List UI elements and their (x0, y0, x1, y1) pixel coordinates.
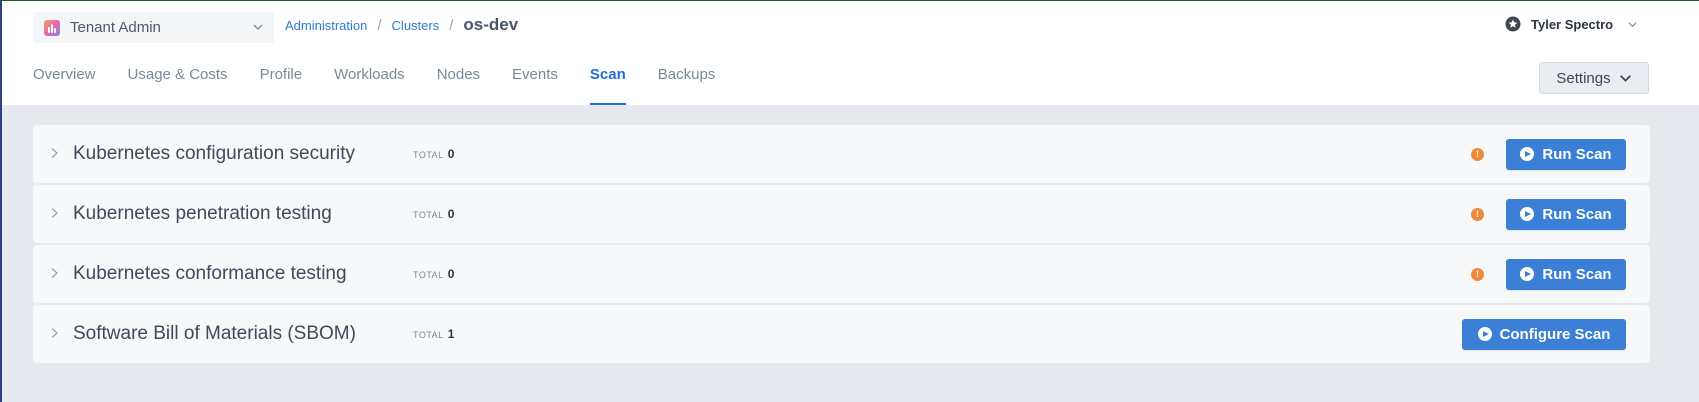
tab-workloads[interactable]: Workloads (334, 66, 405, 105)
tab-bar: Overview Usage & Costs Profile Workloads… (33, 66, 747, 106)
breadcrumb-separator: / (449, 16, 454, 34)
chevron-right-icon[interactable] (50, 267, 59, 279)
chevron-down-icon (1619, 74, 1631, 82)
scan-total: TOTAL 0 (413, 207, 454, 221)
chevron-right-icon[interactable] (50, 207, 59, 219)
window-edge (0, 1, 2, 402)
chevron-right-icon[interactable] (50, 327, 59, 339)
total-label: TOTAL (413, 270, 444, 280)
scan-total: TOTAL 1 (413, 327, 454, 341)
settings-label: Settings (1556, 69, 1611, 87)
total-value: 1 (447, 327, 455, 341)
scan-title: Kubernetes penetration testing (73, 203, 332, 224)
tab-usage-costs[interactable]: Usage & Costs (128, 66, 228, 105)
user-menu[interactable]: Tyler Spectro (1505, 16, 1638, 32)
total-value: 0 (447, 207, 455, 221)
tab-events[interactable]: Events (512, 66, 558, 105)
button-label: Configure Scan (1499, 325, 1611, 343)
scan-title: Kubernetes configuration security (73, 143, 355, 164)
user-name: Tyler Spectro (1531, 16, 1614, 32)
breadcrumb-separator: / (377, 16, 382, 34)
play-circle-icon (1520, 207, 1535, 221)
scan-row-sbom[interactable]: Software Bill of Materials (SBOM) TOTAL … (33, 305, 1650, 363)
tenant-logo-icon (44, 19, 60, 36)
tenant-selector[interactable]: Tenant Admin (33, 12, 274, 43)
play-circle-icon (1520, 267, 1535, 281)
scan-total: TOTAL 0 (413, 267, 454, 281)
breadcrumb-clusters[interactable]: Clusters (392, 18, 440, 33)
run-scan-button[interactable]: Run Scan (1506, 198, 1626, 230)
total-label: TOTAL (413, 150, 444, 160)
button-label: Run Scan (1542, 265, 1612, 283)
page-title: os-dev (463, 15, 519, 34)
chevron-down-icon (1628, 21, 1637, 27)
breadcrumb: Administration / Clusters / os-dev (285, 15, 518, 35)
warning-icon: ! (1471, 207, 1484, 221)
total-label: TOTAL (413, 210, 444, 220)
play-circle-icon (1477, 327, 1492, 341)
scan-list: Kubernetes configuration security TOTAL … (2, 105, 1699, 402)
tab-profile[interactable]: Profile (260, 66, 303, 105)
tab-backups[interactable]: Backups (658, 66, 716, 105)
breadcrumb-administration[interactable]: Administration (285, 18, 367, 33)
total-value: 0 (447, 267, 455, 281)
scan-title: Kubernetes conformance testing (73, 263, 347, 284)
tab-overview[interactable]: Overview (33, 66, 96, 105)
chevron-right-icon[interactable] (50, 147, 59, 159)
settings-button[interactable]: Settings (1539, 62, 1649, 94)
chevron-down-icon (253, 24, 263, 30)
total-value: 0 (447, 147, 455, 161)
button-label: Run Scan (1542, 205, 1612, 223)
tab-nodes[interactable]: Nodes (437, 66, 480, 105)
configure-scan-button[interactable]: Configure Scan (1462, 318, 1626, 350)
button-label: Run Scan (1542, 145, 1612, 163)
tab-scan[interactable]: Scan (589, 66, 626, 105)
star-badge-icon (1505, 16, 1521, 32)
warning-icon: ! (1471, 147, 1484, 161)
scan-row-penetration-testing[interactable]: Kubernetes penetration testing TOTAL 0 !… (33, 185, 1650, 243)
scan-total: TOTAL 0 (413, 147, 454, 161)
warning-icon: ! (1471, 267, 1484, 281)
run-scan-button[interactable]: Run Scan (1506, 138, 1626, 170)
run-scan-button[interactable]: Run Scan (1506, 258, 1626, 290)
page-header: Tenant Admin Administration / Clusters /… (0, 2, 1699, 105)
scan-row-config-security[interactable]: Kubernetes configuration security TOTAL … (33, 125, 1650, 183)
scan-row-conformance-testing[interactable]: Kubernetes conformance testing TOTAL 0 !… (33, 245, 1650, 303)
total-label: TOTAL (413, 330, 444, 340)
scan-title: Software Bill of Materials (SBOM) (73, 323, 356, 344)
tenant-name: Tenant Admin (70, 19, 161, 36)
play-circle-icon (1520, 147, 1535, 161)
